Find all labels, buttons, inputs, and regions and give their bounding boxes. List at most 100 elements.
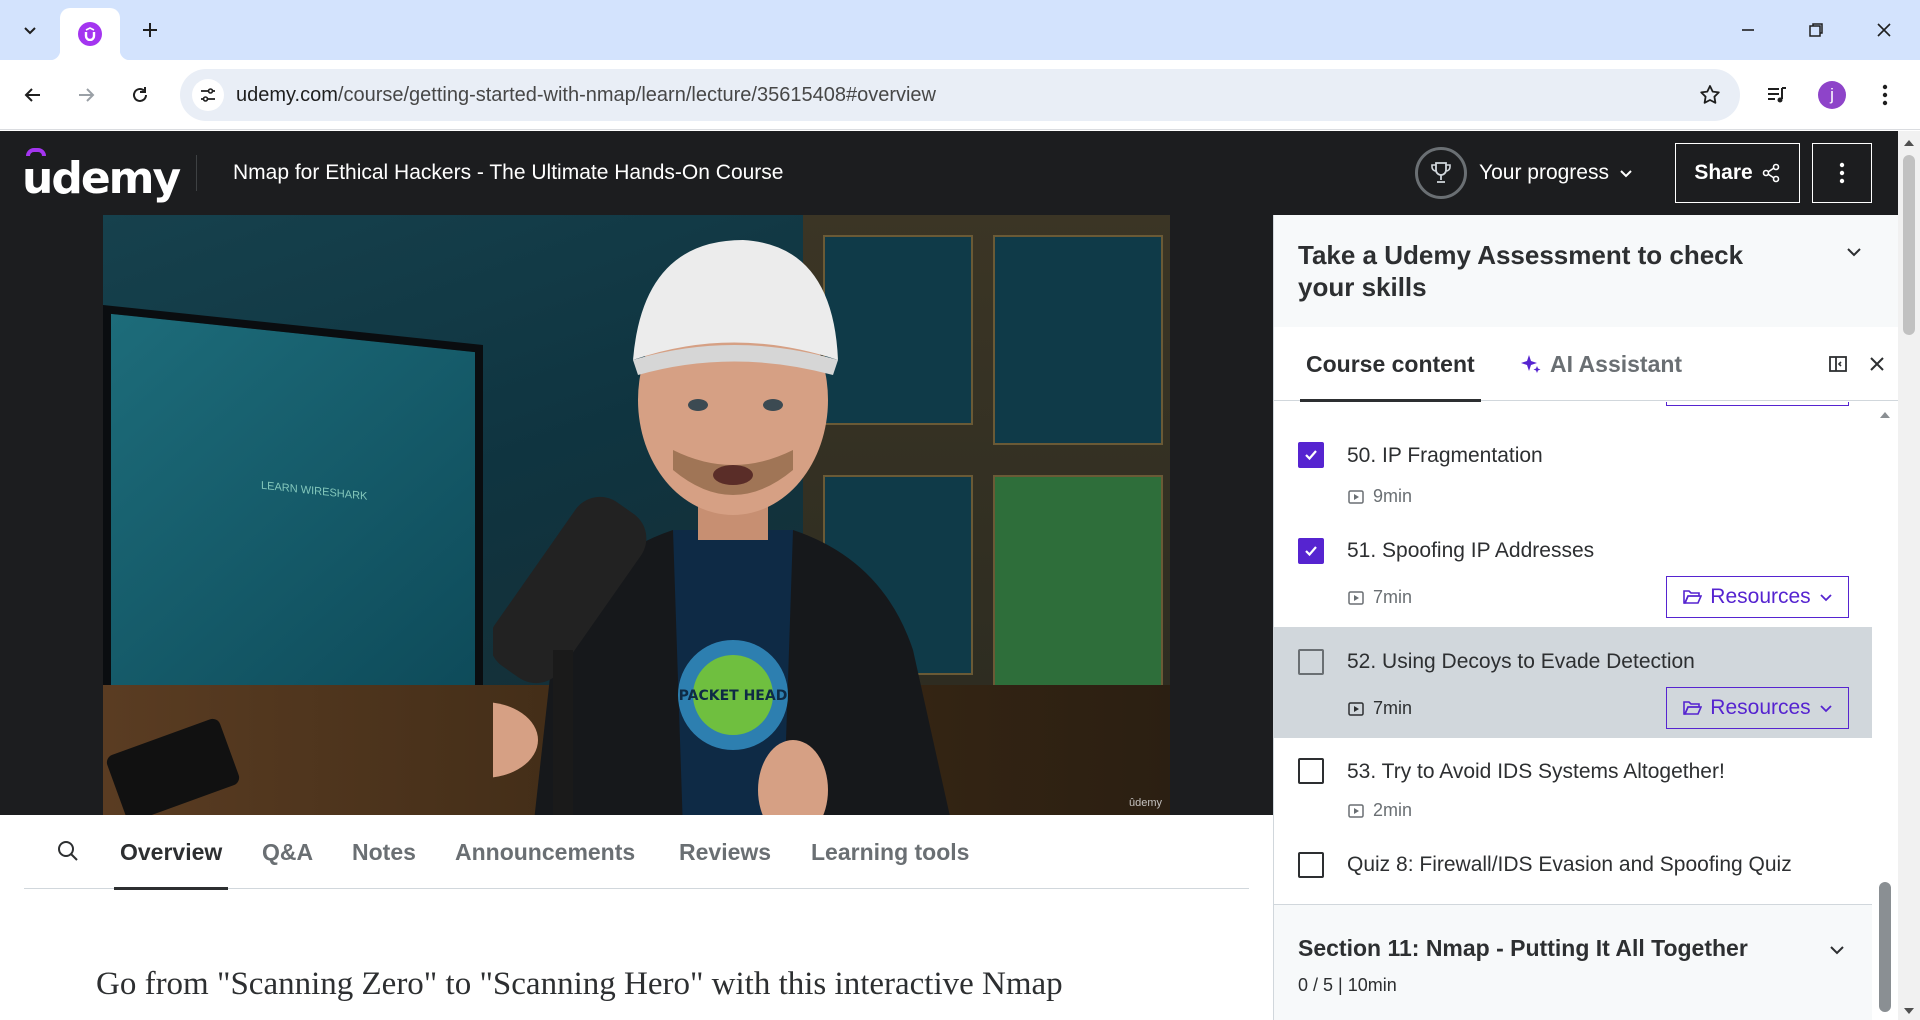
video-icon <box>1348 590 1364 605</box>
course-header: udemy Nmap for Ethical Hackers - The Ult… <box>0 131 1898 215</box>
course-title[interactable]: Nmap for Ethical Hackers - The Ultimate … <box>233 131 783 215</box>
tune-icon <box>201 88 215 102</box>
list-item[interactable]: 50. IP Fragmentation 9min <box>1274 422 1872 516</box>
course-description: Go from "Scanning Zero" to "Scanning Her… <box>96 966 1063 1002</box>
browser-menu-button[interactable] <box>1866 76 1904 114</box>
video-bg-monitor: LEARN WIRESHARK <box>103 305 483 735</box>
sidebar-scrollbar[interactable] <box>1872 402 1898 1020</box>
sidebar-tabs: Course content AI Assistant <box>1274 327 1898 402</box>
assessment-text: Take a Udemy Assessment to check your sk… <box>1298 240 1744 302</box>
list-item-quiz[interactable]: Quiz 8: Firewall/IDS Evasion and Spoofin… <box>1274 832 1872 902</box>
sidebar-scrollbar-thumb[interactable] <box>1879 882 1891 1012</box>
video-player[interactable]: LEARN WIRESHARK PACKET HEAD ûdemy <box>0 215 1273 815</box>
plus-icon <box>143 23 157 37</box>
browser-tab-udemy[interactable] <box>50 8 130 60</box>
item-title: 52. Using Decoys to Evade Detection <box>1347 650 1695 673</box>
section-title: Section 11: Nmap - Putting It All Togeth… <box>1298 935 1748 961</box>
search-course-button[interactable] <box>56 839 80 863</box>
assessment-expand-button[interactable] <box>1845 243 1863 261</box>
video-frame[interactable]: LEARN WIRESHARK PACKET HEAD ûdemy <box>103 215 1170 815</box>
checkmark-icon <box>1305 450 1317 461</box>
close-window-button[interactable] <box>1850 0 1918 60</box>
restore-button[interactable] <box>1782 0 1850 60</box>
item-title: 51. Spoofing IP Addresses <box>1347 539 1595 562</box>
item-duration: 7min <box>1373 587 1413 607</box>
site-info-button[interactable] <box>192 79 224 111</box>
item-meta: 2min <box>1347 800 1412 821</box>
new-tab-button[interactable] <box>132 12 168 48</box>
udemy-logo[interactable]: udemy <box>22 145 181 201</box>
completed-checkbox[interactable] <box>1298 538 1324 564</box>
item-duration: 7min <box>1373 698 1413 718</box>
scroll-up-icon <box>1880 412 1890 418</box>
list-item-current[interactable]: 52. Using Decoys to Evade Detection 7min… <box>1274 627 1872 738</box>
dock-panel-icon <box>1829 356 1847 372</box>
tab-notes[interactable]: Notes <box>352 815 416 889</box>
video-icon <box>1348 803 1364 818</box>
resources-button[interactable]: Resources <box>1666 576 1849 618</box>
folder-open-icon <box>1683 701 1703 715</box>
star-icon <box>1700 85 1720 104</box>
browser-tab-strip <box>0 0 1920 60</box>
section-meta: 0 / 5 | 10min <box>1298 975 1397 995</box>
share-icon <box>1762 163 1779 183</box>
chevron-down-icon <box>1620 170 1632 178</box>
your-progress-button[interactable]: Your progress <box>1415 145 1633 201</box>
tab-overview[interactable]: Overview <box>113 815 229 890</box>
more-options-button[interactable] <box>1812 143 1872 203</box>
ai-assistant-label: AI Assistant <box>1550 351 1683 377</box>
tab-qa[interactable]: Q&A <box>262 815 313 889</box>
url-path: /course/getting-started-with-nmap/learn/… <box>337 84 936 106</box>
course-content-list: 8min Resources 50. IP Fragmentation 9min <box>1274 402 1872 1020</box>
item-meta: 9min <box>1347 486 1412 507</box>
resources-button[interactable]: Resources <box>1666 402 1849 406</box>
incomplete-checkbox[interactable] <box>1298 852 1324 878</box>
expand-sidebar-button[interactable] <box>1826 352 1850 376</box>
minimize-button[interactable] <box>1714 0 1782 60</box>
forward-button[interactable] <box>67 76 105 114</box>
media-control-button[interactable] <box>1758 76 1796 114</box>
tab-announcements[interactable]: Announcements <box>455 815 635 889</box>
section-expand-button[interactable] <box>1828 941 1846 959</box>
trophy-icon <box>1431 162 1451 183</box>
minimize-icon <box>1742 29 1754 31</box>
address-bar[interactable]: udemy.com/course/getting-started-with-nm… <box>180 69 1740 121</box>
incomplete-checkbox[interactable] <box>1298 758 1324 784</box>
udemy-logo-mark <box>26 148 46 156</box>
instructor-figure: PACKET HEAD <box>493 240 950 815</box>
profile-button[interactable]: j <box>1813 76 1851 114</box>
folder-open-icon <box>1683 590 1703 604</box>
close-sidebar-button[interactable] <box>1865 352 1889 376</box>
scroll-down-icon <box>1904 1008 1914 1014</box>
list-item-partial[interactable]: 8min Resources <box>1274 402 1872 422</box>
back-button[interactable] <box>14 76 52 114</box>
section-header[interactable]: Section 11: Nmap - Putting It All Togeth… <box>1274 904 1872 1020</box>
item-meta: 8min <box>1347 402 1412 403</box>
progress-ring <box>1415 147 1467 199</box>
url-host: udemy.com <box>236 84 338 106</box>
bookmark-star-button[interactable] <box>1698 83 1722 107</box>
page-scrollbar-thumb[interactable] <box>1903 155 1915 335</box>
tab-learning-tools[interactable]: Learning tools <box>811 815 969 889</box>
arrow-left-icon <box>24 88 40 102</box>
share-button[interactable]: Share <box>1675 143 1800 203</box>
list-item[interactable]: 51. Spoofing IP Addresses 7min Resources <box>1274 516 1872 627</box>
assessment-banner[interactable]: Take a Udemy Assessment to check your sk… <box>1274 215 1898 327</box>
tab-ai-assistant[interactable]: AI Assistant <box>1520 327 1682 401</box>
item-title: 50. IP Fragmentation <box>1347 444 1543 467</box>
search-icon <box>58 841 78 861</box>
completed-checkbox[interactable] <box>1298 442 1324 468</box>
tab-search-button[interactable] <box>12 12 48 48</box>
tab-reviews[interactable]: Reviews <box>679 815 771 889</box>
udemy-favicon-icon <box>78 22 102 46</box>
page-scrollbar[interactable] <box>1898 131 1920 1020</box>
video-watermark: ûdemy <box>1128 797 1162 809</box>
item-title: Quiz 8: Firewall/IDS Evasion and Spoofin… <box>1347 853 1792 876</box>
lecture-tab-bar: Overview Q&A Notes Announcements Reviews… <box>24 815 1249 890</box>
item-title: 53. Try to Avoid IDS Systems Altogether! <box>1347 760 1725 783</box>
list-item[interactable]: 53. Try to Avoid IDS Systems Altogether!… <box>1274 738 1872 832</box>
tab-course-content[interactable]: Course content <box>1300 327 1481 402</box>
incomplete-checkbox[interactable] <box>1298 649 1324 675</box>
reload-button[interactable] <box>121 76 159 114</box>
resources-button[interactable]: Resources <box>1666 687 1849 729</box>
